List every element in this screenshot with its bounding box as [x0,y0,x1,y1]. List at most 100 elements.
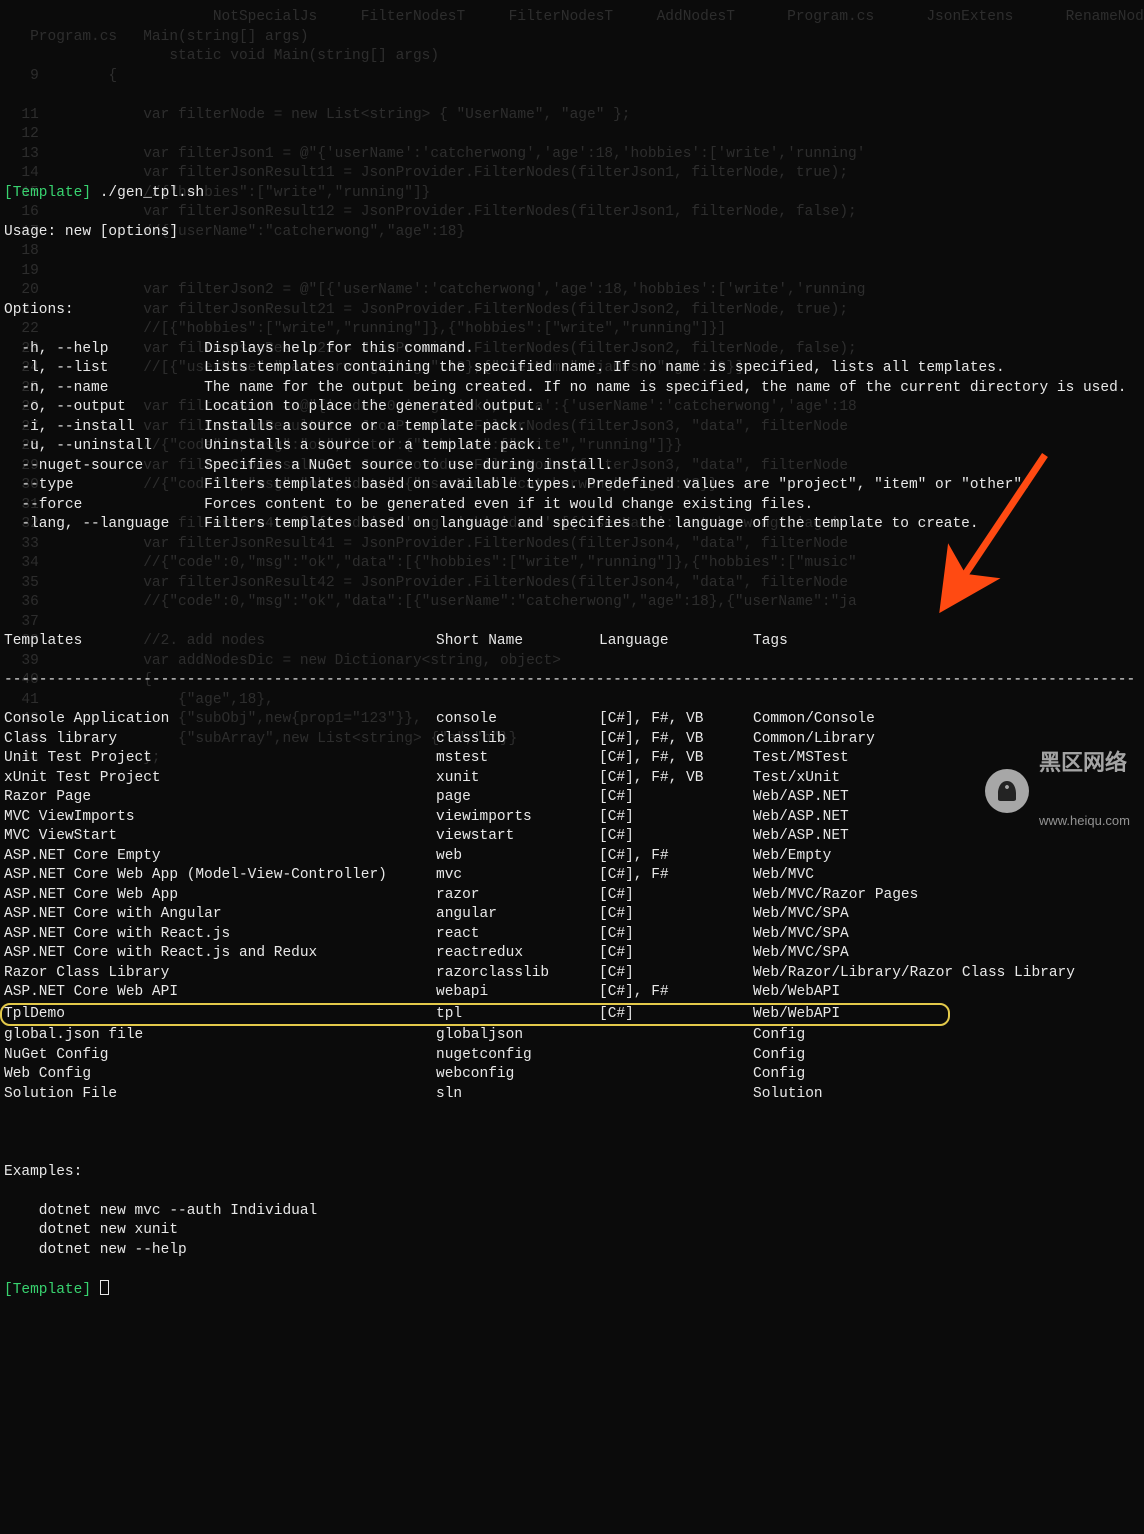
cell-short: mstest [436,749,599,769]
cell-name: Unit Test Project [4,749,436,769]
cell-name: global.json file [4,1026,436,1046]
watermark-logo-icon [985,769,1029,813]
cell-name: Class library [4,730,436,750]
template-row-highlight: TplDemotpl[C#]Web/WebAPI [0,1003,950,1027]
cell-tags: Web/MVC/SPA [753,905,1140,925]
cell-name: ASP.NET Core Empty [4,847,436,867]
option-row: -i, --install Installs a source or a tem… [4,418,1140,438]
cell-lang: [C#] [599,964,753,984]
cell-lang: [C#] [599,1005,753,1025]
cell-lang [599,1046,753,1066]
cell-lang: [C#] [599,827,753,847]
prompt-label: [Template] [4,185,91,201]
cell-short: globaljson [436,1026,599,1046]
cell-name: MVC ViewImports [4,808,436,828]
template-row: Unit Test Projectmstest[C#], F#, VBTest/… [4,749,1140,769]
template-row: ASP.NET Core with React.js and Reduxreac… [4,944,1140,964]
cell-tags: Web/MVC/Razor Pages [753,886,1140,906]
cell-lang: [C#] [599,788,753,808]
cell-short: web [436,847,599,867]
cursor [100,1280,109,1295]
option-row: -h, --help Displays help for this comman… [4,340,1140,360]
command-text: ./gen_tpl.sh [100,185,204,201]
option-row: -o, --output Location to place the gener… [4,398,1140,418]
example-line: dotnet new mvc --auth Individual [4,1202,1140,1222]
template-row: Razor Class Libraryrazorclasslib[C#]Web/… [4,964,1140,984]
col-templates: Templates [4,632,436,652]
template-row: Console Applicationconsole[C#], F#, VBCo… [4,710,1140,730]
cell-name: ASP.NET Core with Angular [4,905,436,925]
cell-name: xUnit Test Project [4,769,436,789]
example-line: dotnet new --help [4,1241,1140,1261]
cell-lang: [C#] [599,808,753,828]
template-row: MVC ViewStartviewstart[C#]Web/ASP.NET [4,827,1140,847]
cell-tags: Web/MVC/SPA [753,944,1140,964]
watermark-name: 黑区网络 [1039,752,1130,774]
cell-name: MVC ViewStart [4,827,436,847]
cell-short: classlib [436,730,599,750]
option-row: --nuget-source Specifies a NuGet source … [4,457,1140,477]
cell-lang [599,1026,753,1046]
template-row: Solution Filesln Solution [4,1085,1140,1105]
cell-short: reactredux [436,944,599,964]
cell-lang: [C#], F#, VB [599,749,753,769]
cell-short: page [436,788,599,808]
example-line: dotnet new xunit [4,1221,1140,1241]
cell-short: xunit [436,769,599,789]
template-row: MVC ViewImportsviewimports[C#]Web/ASP.NE… [4,808,1140,828]
template-row: ASP.NET Core Web APIwebapi[C#], F#Web/We… [4,983,1140,1003]
template-row: Razor Pagepage[C#]Web/ASP.NET [4,788,1140,808]
template-row: ASP.NET Core Emptyweb[C#], F#Web/Empty [4,847,1140,867]
cell-short: viewimports [436,808,599,828]
terminal-output: [Template] ./gen_tpl.sh Usage: new [opti… [4,164,1140,1320]
cell-short: webconfig [436,1065,599,1085]
cell-name: Web Config [4,1065,436,1085]
cell-tags: Config [753,1046,1140,1066]
cell-tags: Web/MVC/SPA [753,925,1140,945]
cell-lang: [C#], F# [599,983,753,1003]
cell-short: tpl [436,1005,599,1025]
option-row: -u, --uninstall Uninstalls a source or a… [4,437,1140,457]
template-row: ASP.NET Core with Angularangular[C#]Web/… [4,905,1140,925]
cell-lang: [C#], F#, VB [599,730,753,750]
option-row: -lang, --language Filters templates base… [4,515,1140,535]
template-row: xUnit Test Projectxunit[C#], F#, VBTest/… [4,769,1140,789]
options-header: Options: [4,301,1140,321]
cell-lang [599,1085,753,1105]
cell-short: console [436,710,599,730]
cell-short: mvc [436,866,599,886]
cell-name: NuGet Config [4,1046,436,1066]
cell-tags: Web/Razor/Library/Razor Class Library [753,964,1140,984]
template-row: global.json fileglobaljson Config [4,1026,1140,1046]
usage-line: Usage: new [options] [4,223,1140,243]
cell-lang: [C#] [599,905,753,925]
cell-name: ASP.NET Core with React.js and Redux [4,944,436,964]
cell-name: Solution File [4,1085,436,1105]
cell-lang: [C#], F#, VB [599,769,753,789]
watermark-url: www.heiqu.com [1039,813,1130,830]
cell-name: Razor Class Library [4,964,436,984]
table-separator: ----------------------------------------… [4,671,1140,691]
cell-name: ASP.NET Core Web API [4,983,436,1003]
cell-short: nugetconfig [436,1046,599,1066]
cell-name: ASP.NET Core with React.js [4,925,436,945]
template-row: NuGet Confignugetconfig Config [4,1046,1140,1066]
cell-lang: [C#], F# [599,866,753,886]
cell-tags: Solution [753,1085,1140,1105]
end-prompt-label: [Template] [4,1282,91,1298]
col-language: Language [599,632,753,652]
examples-header: Examples: [4,1163,1140,1183]
cell-name: Console Application [4,710,436,730]
template-row: Web ConfigwebconfigConfig [4,1065,1140,1085]
cell-lang: [C#] [599,886,753,906]
cell-tags: Web/WebAPI [753,1005,948,1025]
cell-short: sln [436,1085,599,1105]
template-row: ASP.NET Core with React.jsreact[C#]Web/M… [4,925,1140,945]
cell-lang: [C#] [599,925,753,945]
cell-short: viewstart [436,827,599,847]
col-shortname: Short Name [436,632,599,652]
cell-lang [599,1065,753,1085]
cell-tags: Config [753,1026,1140,1046]
watermark: 黑区网络 www.heiqu.com [985,713,1130,869]
template-row: Class libraryclasslib[C#], F#, VBCommon/… [4,730,1140,750]
